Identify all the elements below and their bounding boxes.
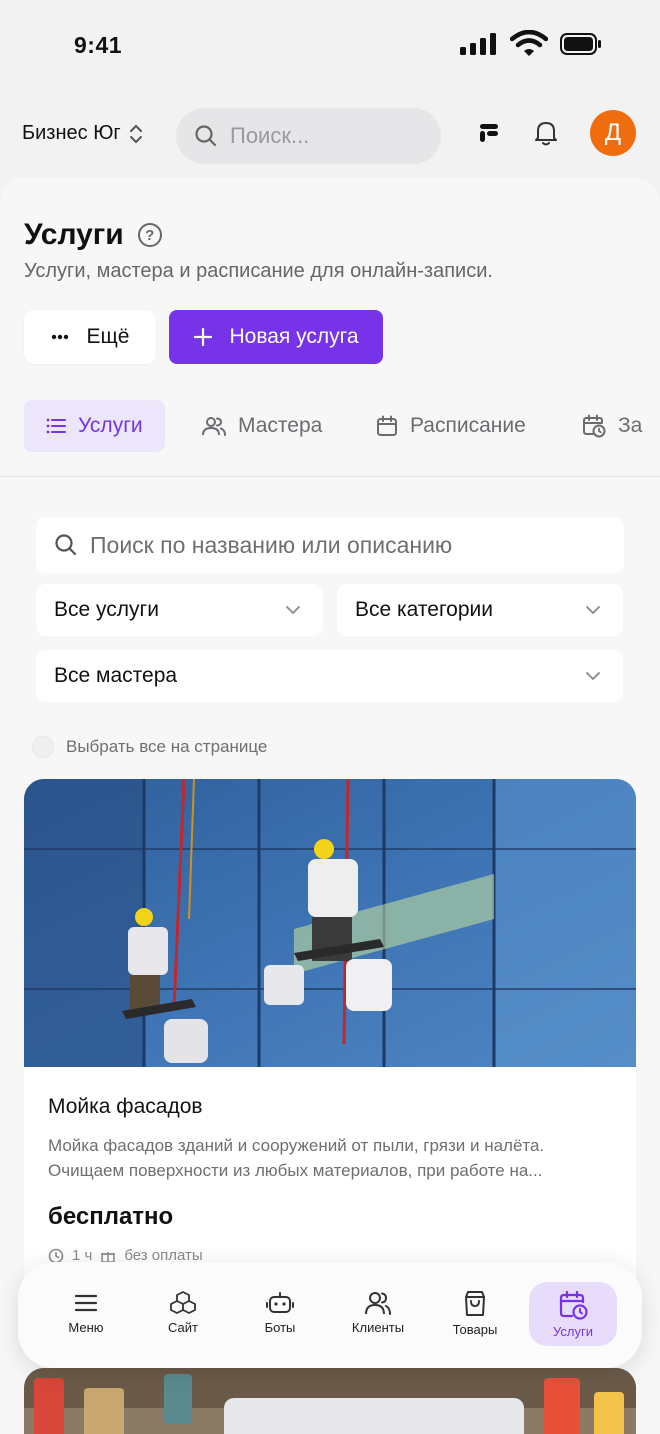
tab-label: За: [618, 414, 643, 437]
chevron-down-icon: [286, 606, 300, 615]
calendar-clock-icon: [583, 414, 606, 438]
bottom-nav: Меню Сайт Боты Клиенты Товары Услуги: [18, 1262, 642, 1368]
service-photo: [24, 779, 636, 1067]
service-search-field[interactable]: [36, 517, 624, 573]
users-icon: [202, 417, 226, 436]
services-select[interactable]: Все услуги: [36, 584, 323, 636]
more-button[interactable]: Ещё: [24, 310, 156, 364]
more-dots-icon: [51, 334, 68, 340]
menu-icon: [74, 1294, 98, 1312]
wifi-icon: [510, 30, 548, 56]
page-title-row: Услуги ?: [24, 218, 162, 252]
service-photo-image: [24, 1368, 636, 1434]
workspace-name: Бизнес Юг: [22, 122, 121, 144]
apps-button[interactable]: [474, 118, 504, 148]
nav-item-label: Клиенты: [351, 1320, 405, 1335]
chevron-down-icon: [586, 672, 600, 681]
tab-label: Расписание: [410, 414, 526, 437]
service-card[interactable]: [24, 1368, 636, 1434]
users-icon: [365, 1292, 391, 1315]
services-select-value: Все услуги: [54, 598, 159, 621]
page-title: Услуги: [24, 218, 124, 251]
nav-item-label: Боты: [264, 1320, 296, 1335]
masters-select-value: Все мастера: [54, 664, 178, 687]
nav-item-products[interactable]: Товары: [431, 1282, 519, 1346]
status-icons: [460, 30, 602, 58]
more-button-label: Ещё: [86, 325, 130, 348]
tab-schedule[interactable]: Расписание: [354, 400, 548, 452]
facade-photo-image: [24, 779, 636, 1067]
service-description: Мойка фасадов зданий и сооружений от пыл…: [48, 1133, 608, 1183]
tabs: Услуги Мастера Расписание За: [24, 400, 660, 452]
nav-item-label: Услуги: [553, 1324, 593, 1339]
categories-select-value: Все категории: [355, 598, 493, 621]
tab-services[interactable]: Услуги: [24, 400, 165, 452]
plus-icon: [194, 327, 213, 347]
signal-icon: [460, 33, 496, 55]
new-service-button[interactable]: Новая услуга: [169, 310, 383, 364]
avatar[interactable]: Д: [590, 110, 636, 156]
chevron-down-icon: [586, 606, 600, 615]
calendar-icon: [377, 415, 397, 436]
global-search[interactable]: [176, 108, 441, 164]
chevron-updown-icon: [129, 124, 142, 143]
tab-bookings[interactable]: За: [560, 400, 660, 452]
tab-label: Мастера: [238, 414, 323, 437]
top-bar: Бизнес Юг Д: [0, 104, 660, 168]
categories-select[interactable]: Все категории: [337, 584, 623, 636]
list-icon: [46, 418, 66, 434]
nav-item-label: Сайт: [168, 1320, 198, 1335]
service-price: бесплатно: [48, 1203, 174, 1230]
service-search-input[interactable]: [90, 531, 570, 559]
notifications-button[interactable]: [531, 118, 561, 148]
search-icon: [55, 534, 77, 556]
global-search-input[interactable]: [230, 123, 420, 149]
service-description-line: Мойка фасадов зданий и сооружений от пыл…: [48, 1136, 545, 1155]
select-all-checkbox[interactable]: [32, 736, 54, 758]
tab-masters[interactable]: Мастера: [180, 400, 344, 452]
apps-icon: [480, 124, 498, 142]
bot-icon: [266, 1292, 294, 1313]
select-all-row[interactable]: Выбрать все на странице: [32, 736, 267, 758]
new-service-label: Новая услуга: [229, 325, 359, 348]
tab-label: Услуги: [78, 414, 143, 437]
service-description-line: Очищаем поверхности из любых материалов,…: [48, 1161, 543, 1180]
service-title: Мойка фасадов: [48, 1095, 203, 1118]
status-bar: 9:41: [0, 0, 660, 90]
help-icon[interactable]: ?: [137, 223, 162, 247]
page-subtitle: Услуги, мастера и расписание для онлайн-…: [24, 260, 493, 282]
bell-icon: [535, 122, 557, 146]
bag-icon: [465, 1291, 485, 1316]
nav-item-services[interactable]: Услуги: [529, 1282, 617, 1346]
search-icon: [195, 125, 217, 147]
battery-icon: [560, 33, 601, 55]
nav-item-label: Товары: [452, 1322, 498, 1337]
calendar-clock-icon: [559, 1290, 588, 1320]
nav-item-clients[interactable]: Клиенты: [334, 1282, 422, 1346]
tabs-divider: [0, 476, 660, 477]
workspace-switcher[interactable]: Бизнес Юг: [22, 122, 143, 145]
nav-item-menu[interactable]: Меню: [42, 1282, 130, 1346]
nav-item-site[interactable]: Сайт: [139, 1282, 227, 1346]
status-time: 9:41: [74, 32, 123, 58]
select-all-label: Выбрать все на странице: [66, 737, 268, 756]
masters-select[interactable]: Все мастера: [36, 650, 623, 702]
cubes-icon: [170, 1291, 196, 1314]
service-card[interactable]: Мойка фасадов Мойка фасадов зданий и соо…: [24, 779, 636, 1299]
nav-item-label: Меню: [68, 1320, 104, 1335]
nav-item-bots[interactable]: Боты: [236, 1282, 324, 1346]
main-sheet: Услуги ? Услуги, мастера и расписание дл…: [0, 178, 660, 1434]
